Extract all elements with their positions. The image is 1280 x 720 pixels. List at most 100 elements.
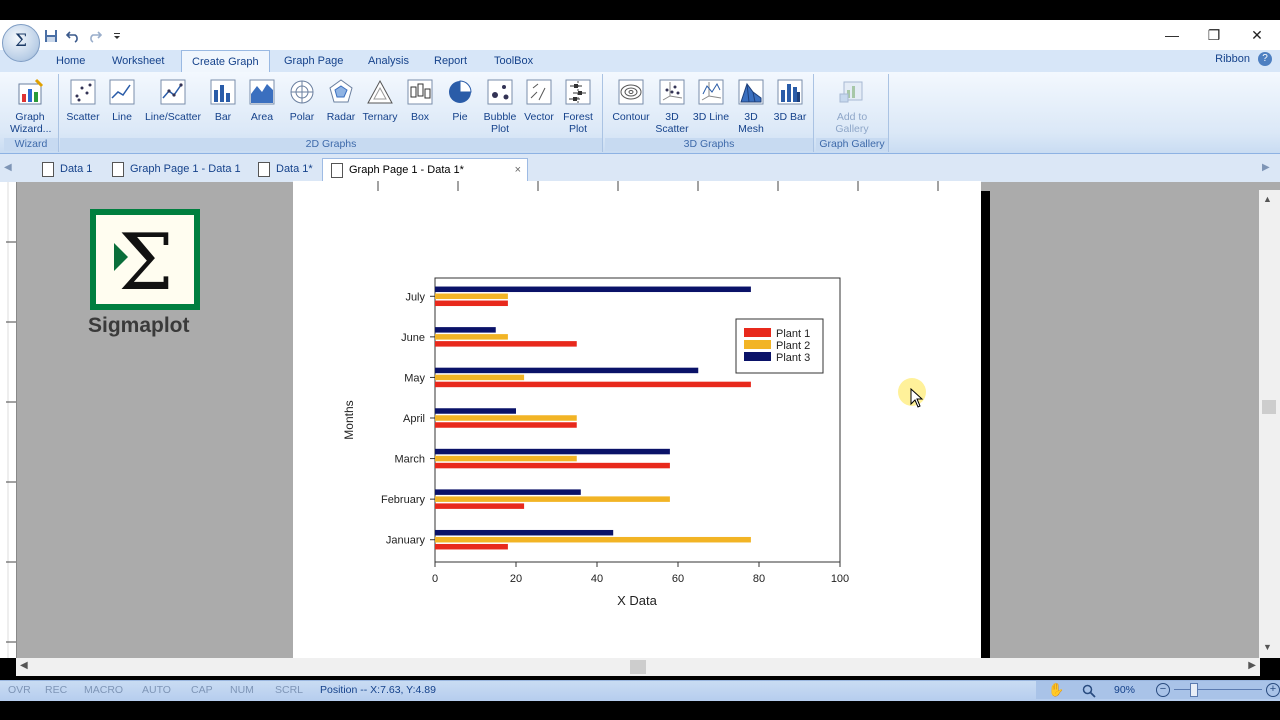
redo-icon[interactable]	[86, 27, 104, 45]
horizontal-bar-chart[interactable]: January February March April May June July 0 20…	[293, 191, 981, 658]
ternary-button[interactable]: Ternary	[360, 78, 400, 123]
tab-create-graph[interactable]: Create Graph	[181, 50, 270, 73]
contour-button[interactable]: Contour	[611, 78, 651, 123]
doc-tab-graph-page-1[interactable]: Graph Page 1 - Data 1	[104, 158, 249, 180]
close-tab-icon[interactable]: ×	[515, 159, 521, 181]
customize-qat-icon[interactable]	[108, 27, 126, 45]
bar-plant-2-july[interactable]	[435, 293, 508, 300]
horizontal-scroll-thumb[interactable]	[630, 660, 646, 674]
doc-tab-data-1[interactable]: Data 1	[34, 158, 100, 180]
vertical-scroll-thumb[interactable]	[1262, 400, 1276, 414]
minimize-button[interactable]: —	[1152, 24, 1192, 46]
bar-plant-3-july[interactable]	[435, 286, 751, 293]
restore-button[interactable]: ❐	[1194, 24, 1234, 46]
zoom-in-icon[interactable]: +	[1266, 683, 1280, 697]
y-tick-label: April	[403, 413, 425, 425]
zoom-slider-thumb[interactable]	[1190, 683, 1198, 697]
bar-plant-3-june[interactable]	[435, 327, 496, 333]
y-tick-label: May	[404, 372, 425, 384]
radar-button[interactable]: Radar	[321, 78, 361, 123]
status-cap: CAP	[191, 684, 213, 696]
tab-worksheet[interactable]: Worksheet	[102, 50, 174, 72]
scroll-down-icon[interactable]: ▼	[1263, 642, 1272, 652]
doc-tab-data-1-modified[interactable]: Data 1*	[250, 158, 321, 180]
bar-button[interactable]: Bar	[203, 78, 243, 123]
pie-button[interactable]: Pie	[440, 78, 480, 123]
radar-icon	[329, 79, 353, 103]
bar-plant-1-april[interactable]	[435, 422, 577, 428]
bar-plant-1-july[interactable]	[435, 300, 508, 307]
bar-plant-2-june[interactable]	[435, 334, 508, 340]
zoom-magnifier-icon[interactable]	[1082, 684, 1096, 698]
polar-button[interactable]: Polar	[282, 78, 322, 123]
bar-plant-1-june[interactable]	[435, 341, 577, 347]
tab-graph-page[interactable]: Graph Page	[274, 50, 353, 72]
tab-home[interactable]: Home	[46, 50, 95, 72]
bubble-plot-button[interactable]: Bubble Plot	[480, 78, 520, 135]
scatter-button[interactable]: Scatter	[63, 78, 103, 123]
line-3d-button[interactable]: 3D Line	[691, 78, 731, 123]
legend-label: Plant 3	[776, 352, 810, 364]
bar-plant-2-march[interactable]	[435, 455, 577, 462]
undo-icon[interactable]	[64, 27, 82, 45]
vector-button[interactable]: Vector	[519, 78, 559, 123]
status-num: NUM	[230, 684, 254, 696]
x-tick-label: 80	[753, 573, 765, 585]
status-rec: REC	[45, 684, 68, 696]
application-menu-button[interactable]: Σ	[2, 24, 40, 62]
help-icon[interactable]: ?	[1258, 52, 1272, 66]
bar-3d-button[interactable]: 3D Bar	[770, 78, 810, 123]
graph-wizard-button[interactable]: Graph Wizard...	[10, 78, 51, 135]
scatter-3d-button[interactable]: 3D Scatter	[652, 78, 692, 135]
pan-hand-icon[interactable]: ✋	[1048, 682, 1064, 698]
bubble-plot-label: Bubble Plot	[483, 111, 517, 135]
doc-tab-graph-page-1-active[interactable]: Graph Page 1 - Data 1* ×	[322, 158, 528, 181]
bar-plant-1-march[interactable]	[435, 462, 670, 469]
bar-plant-1-may[interactable]	[435, 381, 751, 388]
line-button[interactable]: Line	[102, 78, 142, 123]
horizontal-scrollbar[interactable]: ◀ ▶	[16, 658, 1260, 676]
polar-label: Polar	[289, 111, 315, 123]
legend-label: Plant 2	[776, 340, 810, 352]
bar-plant-3-april[interactable]	[435, 408, 516, 414]
save-icon[interactable]	[42, 27, 60, 45]
bar-plant-1-february[interactable]	[435, 503, 525, 509]
ribbon-options-label[interactable]: Ribbon	[1215, 50, 1250, 68]
tab-report[interactable]: Report	[424, 50, 477, 72]
bar-plant-3-february[interactable]	[435, 489, 581, 495]
bar-plant-1-january[interactable]	[435, 543, 508, 550]
tab-scroll-right-icon[interactable]: ▶	[1262, 162, 1270, 173]
bar-plant-2-may[interactable]	[435, 374, 525, 381]
legend-label: Plant 1	[776, 328, 810, 340]
area-icon	[249, 79, 275, 105]
bar-plant-3-may[interactable]	[435, 367, 699, 374]
tab-toolbox[interactable]: ToolBox	[484, 50, 543, 72]
mesh3d-icon	[738, 79, 764, 105]
tab-analysis[interactable]: Analysis	[358, 50, 419, 72]
bar-plant-2-january[interactable]	[435, 536, 751, 543]
vertical-scrollbar[interactable]: ▲ ▼	[1259, 190, 1280, 658]
add-to-gallery-button[interactable]: Add to Gallery	[832, 78, 872, 135]
area-button[interactable]: Area	[242, 78, 282, 123]
radar-label: Radar	[326, 111, 356, 123]
zoom-slider-track[interactable]	[1174, 689, 1262, 690]
bar-plant-2-february[interactable]	[435, 496, 670, 502]
zoom-out-icon[interactable]: −	[1156, 683, 1170, 697]
scroll-right-icon[interactable]: ▶	[1248, 660, 1256, 671]
line-scatter-button[interactable]: Line/Scatter	[142, 78, 204, 123]
forest-plot-button[interactable]: Forest Plot	[558, 78, 598, 135]
bar-plant-3-march[interactable]	[435, 448, 670, 455]
title-bar	[0, 20, 1280, 50]
bar-plant-2-april[interactable]	[435, 415, 577, 421]
tab-scroll-left-icon[interactable]: ◀	[4, 162, 12, 173]
line3d-icon	[698, 79, 724, 105]
scroll-up-icon[interactable]: ▲	[1263, 194, 1272, 204]
close-button[interactable]: ✕	[1237, 24, 1277, 46]
bar-plant-3-january[interactable]	[435, 529, 614, 536]
scroll-left-icon[interactable]: ◀	[20, 660, 28, 671]
mesh-3d-button[interactable]: 3D Mesh	[731, 78, 771, 135]
zoom-level: 90%	[1114, 684, 1136, 696]
x-tick-label: 100	[831, 573, 849, 585]
line-3d-label: 3D Line	[692, 111, 730, 123]
box-button[interactable]: Box	[400, 78, 440, 123]
